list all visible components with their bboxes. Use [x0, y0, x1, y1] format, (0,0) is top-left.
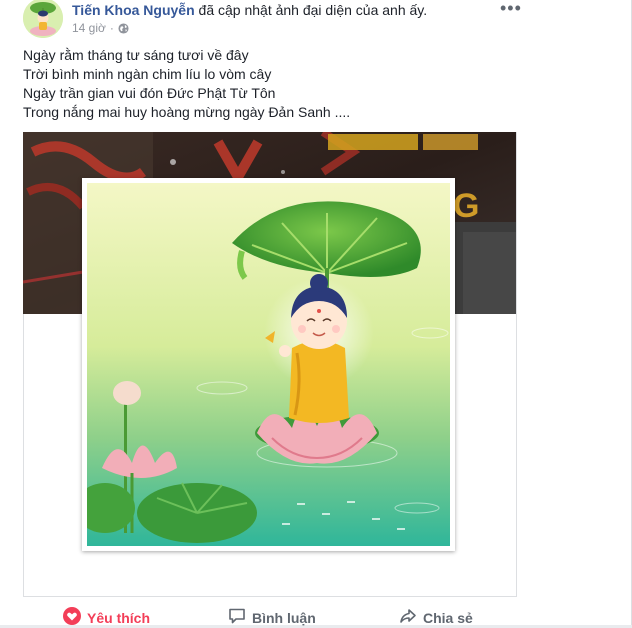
- caption-line: Ngày rằm tháng tư sáng tươi về đây: [23, 47, 249, 63]
- caption-line: Trong nắng mai huy hoàng mừng ngày Đản S…: [23, 104, 351, 120]
- post-meta: 14 giờ ·: [72, 21, 129, 35]
- more-icon[interactable]: •••: [500, 0, 522, 19]
- post-action-text: đã cập nhật ảnh đại diện của anh ấy.: [198, 2, 428, 18]
- post-caption: Ngày rằm tháng tư sáng tươi về đây Trời …: [23, 46, 350, 122]
- share-label: Chia sẻ: [423, 609, 473, 626]
- caption-line: Trời bình minh ngàn chim líu lo vòm cây: [23, 66, 272, 82]
- like-label: Yêu thích: [87, 609, 151, 626]
- author-name[interactable]: Tiến Khoa Nguyễn: [72, 2, 195, 18]
- feed-post: Tiến Khoa Nguyễn đã cập nhật ảnh đại diệ…: [0, 0, 632, 626]
- meta-separator: ·: [109, 21, 114, 35]
- post-actions: Yêu thích Bình luận Chia sẻ: [23, 597, 515, 626]
- profile-picture[interactable]: [82, 178, 455, 551]
- caption-line: Ngày trần gian vui đón Đức Phật Từ Tôn: [23, 85, 276, 101]
- svg-text:G: G: [453, 187, 479, 225]
- globe-icon[interactable]: [118, 22, 129, 34]
- comment-label: Bình luận: [252, 609, 316, 626]
- post-header: Tiến Khoa Nguyễn đã cập nhật ảnh đại diệ…: [72, 2, 427, 18]
- post-timestamp[interactable]: 14 giờ: [72, 21, 106, 35]
- author-avatar[interactable]: [23, 0, 63, 38]
